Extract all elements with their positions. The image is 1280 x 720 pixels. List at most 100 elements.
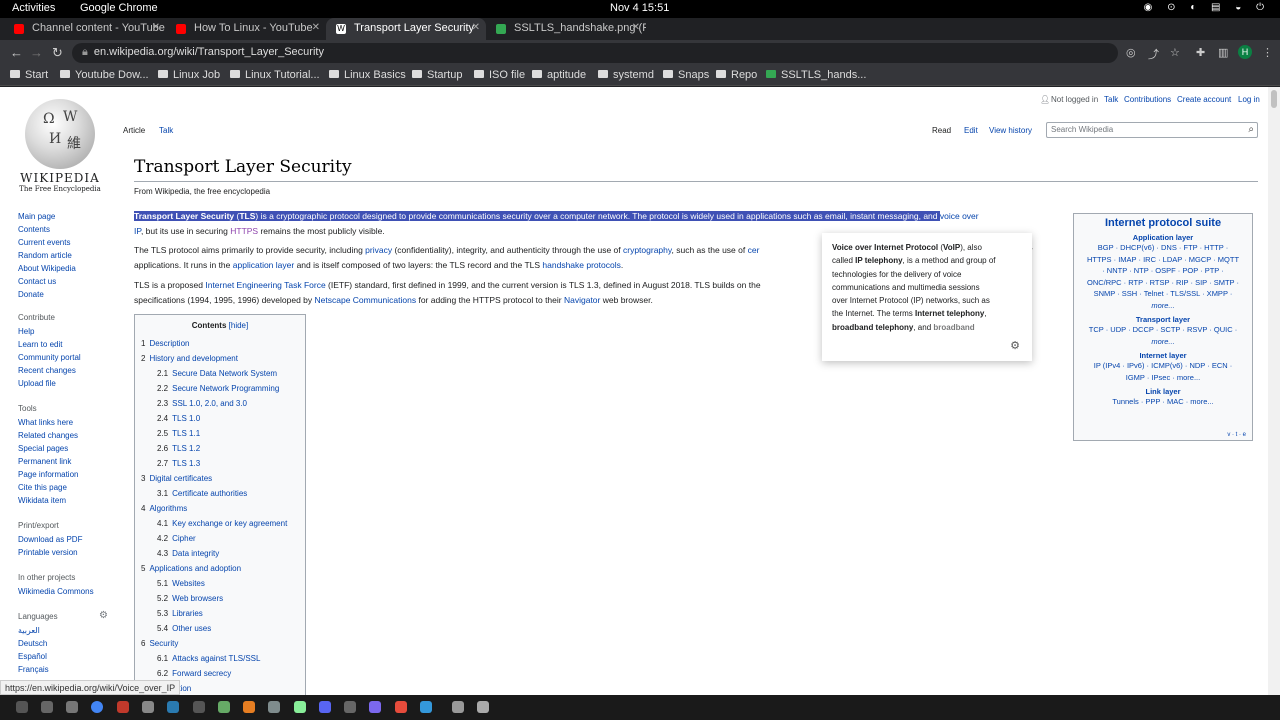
- toc-item[interactable]: 4.1 Key exchange or key agreement: [141, 516, 299, 531]
- app-icon[interactable]: [41, 701, 53, 713]
- sidebar-item-about[interactable]: About Wikipedia: [18, 262, 76, 275]
- sidebar-item-donate[interactable]: Donate: [18, 288, 76, 301]
- infobox-links[interactable]: ONC/RPC · RTP · RTSP · RIP · SIP · SMTP …: [1078, 277, 1248, 289]
- sidebar-item-community-portal[interactable]: Community portal: [18, 351, 81, 364]
- app-icon[interactable]: [452, 701, 464, 713]
- profile-avatar[interactable]: H: [1238, 45, 1252, 59]
- contributions-link[interactable]: Contributions: [1124, 95, 1171, 104]
- infobox-section-application[interactable]: Application layer: [1078, 233, 1248, 242]
- app-icon[interactable]: [193, 701, 205, 713]
- app-icon[interactable]: [167, 701, 179, 713]
- toc-item[interactable]: 2.7 TLS 1.3: [141, 456, 299, 471]
- tab-edit[interactable]: Edit: [964, 126, 978, 135]
- toc-item[interactable]: 3 Digital certificates: [141, 471, 299, 486]
- activities-button[interactable]: Activities: [12, 2, 55, 14]
- toc-item[interactable]: 6.1 Attacks against TLS/SSL: [141, 651, 299, 666]
- app-icon[interactable]: [477, 701, 489, 713]
- sidebar-item-wikidata[interactable]: Wikidata item: [18, 494, 78, 507]
- sidebar-item-printable[interactable]: Printable version: [18, 546, 82, 559]
- tab-article[interactable]: Article: [123, 126, 145, 135]
- forward-button[interactable]: →: [30, 45, 43, 60]
- sidebar-item-recent-changes[interactable]: Recent changes: [18, 364, 81, 377]
- app-icon[interactable]: [395, 701, 407, 713]
- side-panel-icon[interactable]: ▥: [1218, 46, 1228, 59]
- close-icon[interactable]: ✕: [152, 22, 160, 33]
- bookmark-youtube-dow[interactable]: Youtube Dow...: [60, 69, 149, 81]
- handshake-protocols-link[interactable]: handshake protocols: [542, 260, 620, 270]
- infobox-more-link[interactable]: more...: [1078, 300, 1248, 312]
- app-icon[interactable]: [243, 701, 255, 713]
- menu-icon[interactable]: ⋮: [1262, 46, 1273, 59]
- app-icon[interactable]: [294, 701, 306, 713]
- toc-item[interactable]: 2.3 SSL 1.0, 2.0, and 3.0: [141, 396, 299, 411]
- sidebar-item-lang-ar[interactable]: العربية: [18, 624, 108, 637]
- sidebar-item-lang-fr[interactable]: Français: [18, 663, 108, 676]
- ietf-link[interactable]: Internet Engineering Task Force: [205, 280, 325, 290]
- infobox-links[interactable]: · NNTP · NTP · OSPF · POP · PTP ·: [1078, 265, 1248, 277]
- app-icon[interactable]: [369, 701, 381, 713]
- application-layer-link[interactable]: application layer: [233, 260, 294, 270]
- close-icon[interactable]: ✕: [312, 22, 320, 33]
- tab-talk[interactable]: Talk: [159, 126, 173, 135]
- toc-item[interactable]: 4.2 Cipher: [141, 531, 299, 546]
- sidebar-item-commons[interactable]: Wikimedia Commons: [18, 585, 94, 598]
- app-icon[interactable]: [420, 701, 432, 713]
- address-bar[interactable]: 🔒︎ en.wikipedia.org/wiki/Transport_Layer_…: [72, 43, 1118, 63]
- bookmark-linux-tutorial[interactable]: Linux Tutorial...: [230, 69, 320, 81]
- bookmark-repo[interactable]: Repo: [716, 69, 757, 81]
- sidebar-item-learn-to-edit[interactable]: Learn to edit: [18, 338, 81, 351]
- close-icon[interactable]: ✕: [632, 22, 640, 33]
- toc-item[interactable]: 2.5 TLS 1.1: [141, 426, 299, 441]
- google-lens-icon[interactable]: ◎: [1126, 46, 1136, 59]
- sidebar-item-help[interactable]: Help: [18, 325, 81, 338]
- reload-button[interactable]: ↻: [52, 45, 63, 61]
- tab-transport-layer-security[interactable]: W Transport Layer Security ✕: [326, 18, 486, 40]
- app-icon[interactable]: [319, 701, 331, 713]
- sidebar-item-current-events[interactable]: Current events: [18, 236, 76, 249]
- infobox-title[interactable]: Internet protocol suite: [1078, 217, 1248, 229]
- sidebar-item-permanent-link[interactable]: Permanent link: [18, 455, 78, 468]
- tab-ssltls-handshake[interactable]: SSLTLS_handshake.png (P ✕: [486, 18, 646, 40]
- app-icon[interactable]: [142, 701, 154, 713]
- toc-item[interactable]: 5.1 Websites: [141, 576, 299, 591]
- toc-item[interactable]: 5.4 Other uses: [141, 621, 299, 636]
- infobox-links[interactable]: Tunnels · PPP · MAC · more...: [1078, 396, 1248, 408]
- toc-item[interactable]: 2.1 Secure Data Network System: [141, 366, 299, 381]
- bookmark-startup[interactable]: Startup: [412, 69, 462, 81]
- wikipedia-logo[interactable]: ΩWИ維 WIKIPEDIA The Free Encyclopedia: [18, 99, 102, 193]
- certificates-link[interactable]: cer: [748, 245, 760, 255]
- infobox-vte-links[interactable]: v · t · e: [1227, 432, 1246, 438]
- sidebar-item-contents[interactable]: Contents: [18, 223, 76, 236]
- https-link[interactable]: HTTPS: [230, 226, 258, 236]
- infobox-links[interactable]: IGMP · IPsec · more...: [1078, 372, 1248, 384]
- infobox-links[interactable]: HTTPS · IMAP · IRC · LDAP · MGCP · MQTT: [1078, 254, 1248, 266]
- infobox-section-internet[interactable]: Internet layer: [1078, 351, 1248, 360]
- login-link[interactable]: Log in: [1238, 95, 1260, 104]
- toc-item[interactable]: 2.4 TLS 1.0: [141, 411, 299, 426]
- gear-icon[interactable]: ⚙: [99, 610, 108, 621]
- bookmark-linux-basics[interactable]: Linux Basics: [329, 69, 406, 81]
- tab-channel-content[interactable]: Channel content - YouTube ✕: [4, 18, 166, 40]
- page-scrollbar[interactable]: [1268, 87, 1280, 695]
- toc-item[interactable]: 4.3 Data integrity: [141, 546, 299, 561]
- sidebar-item-main-page[interactable]: Main page: [18, 210, 76, 223]
- bookmark-ssltls-hands[interactable]: SSLTLS_hands...: [766, 69, 866, 81]
- sidebar-item-download-pdf[interactable]: Download as PDF: [18, 533, 82, 546]
- tab-view-history[interactable]: View history: [989, 126, 1032, 135]
- infobox-section-transport[interactable]: Transport layer: [1078, 315, 1248, 324]
- toc-item[interactable]: 2.2 Secure Network Programming: [141, 381, 299, 396]
- system-tray-icons[interactable]: ◉ ⊙ ◐ ▤ ◒ ⏻: [1144, 2, 1270, 13]
- bookmark-start[interactable]: Start: [10, 69, 48, 81]
- sidebar-item-page-information[interactable]: Page information: [18, 468, 78, 481]
- toc-item[interactable]: 3.1 Certificate authorities: [141, 486, 299, 501]
- privacy-link[interactable]: privacy: [365, 245, 392, 255]
- infobox-links[interactable]: SNMP · SSH · Telnet · TLS/SSL · XMPP ·: [1078, 288, 1248, 300]
- toc-item[interactable]: 5.2 Web browsers: [141, 591, 299, 606]
- sidebar-item-special-pages[interactable]: Special pages: [18, 442, 78, 455]
- toc-item[interactable]: 2.6 TLS 1.2: [141, 441, 299, 456]
- infobox-links[interactable]: TCP · UDP · DCCP · SCTP · RSVP · QUIC ·: [1078, 324, 1248, 336]
- cryptography-link[interactable]: cryptography: [623, 245, 672, 255]
- app-icon[interactable]: [16, 701, 28, 713]
- toc-item[interactable]: 5 Applications and adoption: [141, 561, 299, 576]
- app-icon[interactable]: [344, 701, 356, 713]
